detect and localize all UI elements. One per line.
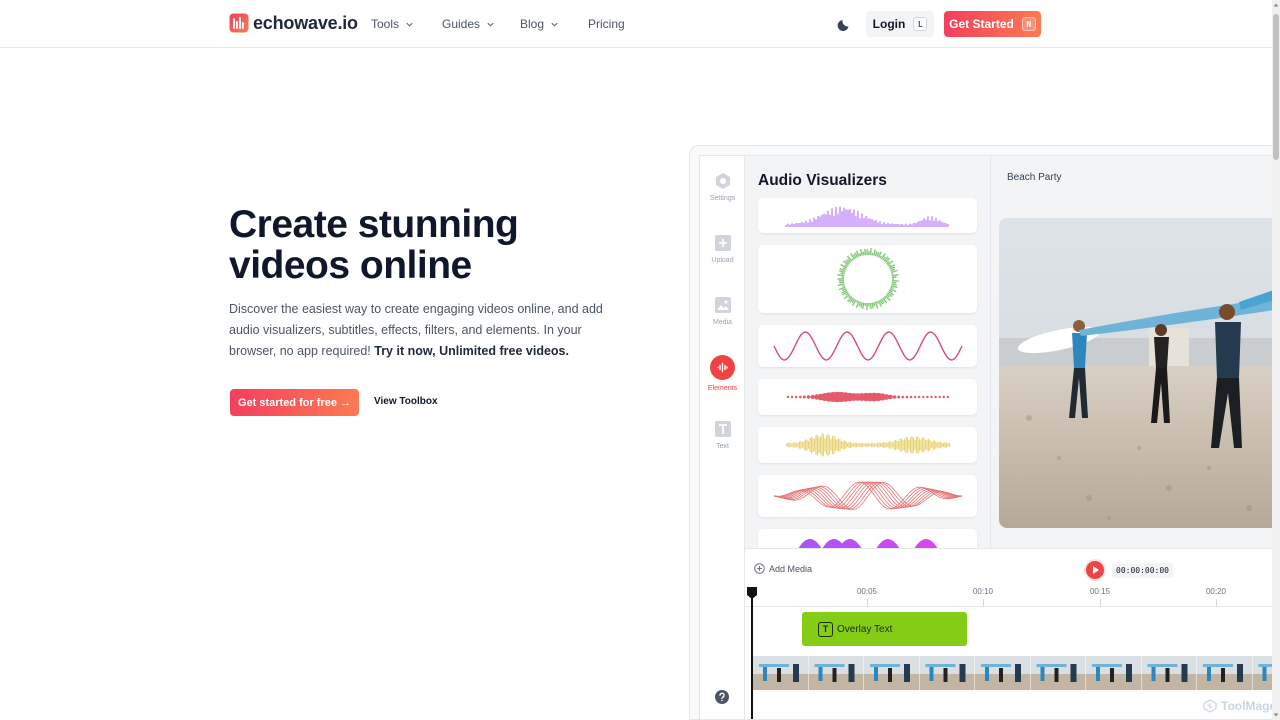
add-media-button[interactable]: Add Media xyxy=(754,563,812,574)
playhead-handle[interactable] xyxy=(747,587,757,599)
visualizer-purple-bars[interactable] xyxy=(758,198,977,233)
ruler-tick-mark xyxy=(1216,599,1217,607)
time-ruler: 00:05 00:10 00:15 00:20 xyxy=(745,585,1272,607)
play-icon[interactable] xyxy=(1084,559,1106,581)
visualizer-purple-hills[interactable] xyxy=(758,529,977,548)
tool-upload[interactable]: Upload xyxy=(700,234,745,264)
nav-pricing-label: Pricing xyxy=(588,17,625,31)
visualizer-yellow-wave[interactable] xyxy=(758,427,977,463)
toolmage-watermark: ToolMage xyxy=(1203,699,1276,713)
tool-text-label: Text xyxy=(716,443,729,450)
nav-tools[interactable]: Tools xyxy=(371,17,414,31)
scrollbar-thumb[interactable] xyxy=(1273,14,1279,160)
hero-description-bold: Try it now, Unlimited free videos. xyxy=(374,344,569,358)
text-icon xyxy=(714,421,731,437)
tool-media[interactable]: Media xyxy=(700,296,745,326)
top-navbar: echowave.io Tools Guides Blog Pricing Lo… xyxy=(0,0,1272,48)
overlay-text-clip[interactable]: T Overlay Text xyxy=(802,612,967,646)
login-shortcut-key: L xyxy=(913,17,928,31)
brand-name: echowave.io xyxy=(253,12,358,33)
chevron-down-icon xyxy=(406,22,413,27)
nav-pricing[interactable]: Pricing xyxy=(588,17,625,31)
nav-blog-label: Blog xyxy=(520,17,545,31)
audio-visualizers-panel: Audio Visualizers xyxy=(745,156,991,548)
scroll-down-icon[interactable] xyxy=(1273,712,1279,718)
tool-upload-label: Upload xyxy=(711,257,734,264)
toolmage-logo-icon xyxy=(1203,699,1217,713)
text-clip-icon: T xyxy=(818,621,833,637)
nav-guides-label: Guides xyxy=(442,17,481,31)
tool-settings[interactable]: Settings xyxy=(700,172,745,202)
watermark-text: ToolMage xyxy=(1221,699,1277,713)
login-button[interactable]: Login L xyxy=(866,11,934,37)
plus-circle-icon xyxy=(754,563,765,574)
view-toolbox-link[interactable]: View Toolbox xyxy=(374,396,438,407)
ruler-tick-mark xyxy=(1100,599,1101,607)
chevron-down-icon xyxy=(551,22,558,27)
ruler-tick-mark xyxy=(867,599,868,607)
editor-preview: Settings Upload Media Elements Text Audi xyxy=(689,145,1272,720)
get-started-label: Get Started xyxy=(949,17,1014,31)
get-started-button[interactable]: Get Started N xyxy=(944,11,1041,37)
project-name[interactable]: Beach Party xyxy=(1007,172,1061,183)
tool-settings-label: Settings xyxy=(709,195,736,202)
nav-guides[interactable]: Guides xyxy=(442,17,495,31)
nav-tools-label: Tools xyxy=(371,17,400,31)
nav-blog[interactable]: Blog xyxy=(520,17,559,31)
video-preview: Beach Party xyxy=(991,156,1272,548)
waveform-icon xyxy=(710,355,735,380)
timeline: Add Media 00:00:00:00 00:05 00:10 00:15 … xyxy=(745,548,1272,719)
hero-description: Discover the easiest way to create engag… xyxy=(229,299,609,362)
visualizer-green-circle[interactable] xyxy=(758,245,977,313)
visualizer-pink-sine[interactable] xyxy=(758,325,977,367)
ruler-tick: 00:10 xyxy=(972,587,994,596)
login-label: Login xyxy=(872,17,906,31)
moon-icon[interactable] xyxy=(836,15,854,33)
beach-surfers-image xyxy=(999,218,1272,528)
visualizer-red-multi-sine[interactable] xyxy=(758,475,977,517)
timecode-display: 00:00:00:00 xyxy=(1112,563,1173,578)
help-icon[interactable] xyxy=(715,690,729,704)
brand-logo[interactable]: echowave.io xyxy=(229,12,358,34)
plus-square-icon xyxy=(714,235,731,251)
tool-text[interactable]: Text xyxy=(700,420,745,450)
chevron-down-icon xyxy=(487,22,494,27)
ruler-tick: 00:20 xyxy=(1205,587,1227,596)
image-icon xyxy=(714,297,731,313)
echowave-logo-icon xyxy=(229,13,249,33)
get-started-free-button[interactable]: Get started for free → xyxy=(230,389,359,416)
hero-title-line-2: videos online xyxy=(229,244,472,287)
scroll-up-icon[interactable] xyxy=(1273,2,1279,8)
visualizer-red-dots[interactable] xyxy=(758,379,977,415)
ruler-tick: 00:15 xyxy=(1089,587,1111,596)
tool-elements[interactable]: Elements xyxy=(700,355,745,392)
editor-window: Settings Upload Media Elements Text Audi xyxy=(699,155,1272,719)
panel-title: Audio Visualizers xyxy=(758,172,887,189)
tool-media-label: Media xyxy=(712,319,733,326)
overlay-text-clip-label: Overlay Text xyxy=(837,623,893,635)
hero-title-line-1: Create stunning xyxy=(229,203,519,246)
video-track-clip[interactable] xyxy=(753,656,1272,690)
hero-title: Create stunning videos online xyxy=(229,204,649,286)
ruler-tick-mark xyxy=(983,599,984,607)
tool-elements-label: Elements xyxy=(707,385,738,392)
ruler-tick: 00:05 xyxy=(856,587,878,596)
add-media-label: Add Media xyxy=(769,563,813,574)
hexagon-icon xyxy=(715,173,730,189)
tool-rail: Settings Upload Media Elements Text xyxy=(700,156,745,719)
get-started-shortcut-key: N xyxy=(1021,17,1036,31)
page-scrollbar[interactable] xyxy=(1272,0,1280,720)
